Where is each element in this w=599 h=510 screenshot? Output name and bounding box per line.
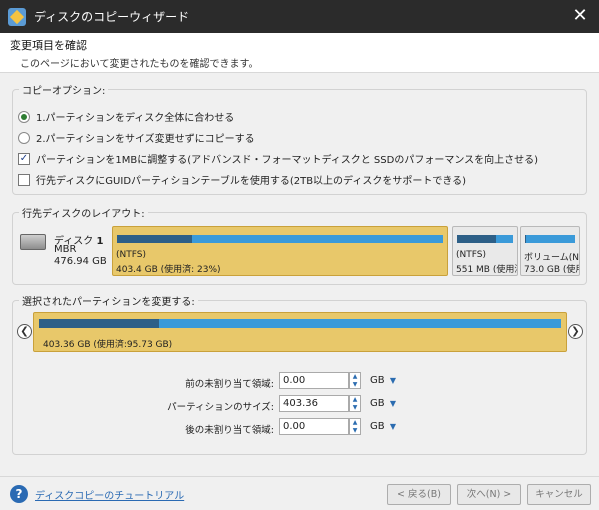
chevron-right-icon[interactable]: ❯	[568, 324, 583, 339]
spin-up-icon[interactable]: ▲	[350, 419, 360, 426]
unallocated-before-unit: GB	[370, 375, 385, 386]
partition-3-usage-bar	[525, 235, 575, 243]
unallocated-after-input[interactable]: 0.00	[279, 418, 349, 435]
partition-resize-label: 403.36 GB (使用済:95.73 GB)	[43, 340, 173, 350]
change-partition-legend: 選択されたパーティションを変更する:	[22, 297, 195, 308]
close-icon[interactable]: ✕	[569, 5, 591, 27]
spin-down-icon[interactable]: ▼	[350, 427, 360, 434]
chevron-left-icon[interactable]: ❮	[17, 324, 32, 339]
disk-info: ディスク 1 MBR 476.94 GB	[16, 222, 111, 272]
back-button[interactable]: < 戻る(B)	[387, 484, 451, 505]
partition-1-fs: (NTFS)	[116, 250, 146, 260]
checkbox-align-1mb-label: パーティションを1MBに調整する(アドバンスド・フォーマットディスクと SSDの…	[36, 155, 539, 166]
partition-3[interactable]: ボリューム(NTFS 73.0 GB (使用	[520, 226, 580, 276]
unit-dropdown-icon[interactable]: ▼	[388, 422, 398, 432]
unit-dropdown-icon[interactable]: ▼	[388, 399, 398, 409]
partition-3-info: 73.0 GB (使用	[524, 265, 580, 275]
unallocated-after-stepper[interactable]: ▲ ▼	[349, 418, 361, 435]
partition-size-label: パーティションのサイズ:	[167, 402, 274, 413]
checkbox-use-gpt[interactable]: 行先ディスクにGUIDパーティションテーブルを使用する(2TB以上のディスクをサ…	[18, 172, 466, 187]
unit-dropdown-icon[interactable]: ▼	[388, 376, 398, 386]
unallocated-before-label: 前の未割り当て領域:	[185, 379, 274, 390]
tutorial-link[interactable]: ディスクコピーのチュートリアル	[35, 487, 184, 502]
radio-button-selected[interactable]	[18, 110, 30, 123]
spin-up-icon[interactable]: ▲	[350, 396, 360, 403]
spin-up-icon[interactable]: ▲	[350, 373, 360, 380]
spin-down-icon[interactable]: ▼	[350, 381, 360, 388]
window-title: ディスクのコピーウィザード	[34, 10, 190, 24]
partition-size-unit: GB	[370, 398, 385, 409]
page-title: 変更項目を確認	[10, 39, 87, 52]
radio-fit-disk[interactable]: 1.パーティションをディスク全体に合わせる	[18, 109, 234, 124]
page-subtitle: このページにおいて変更されたものを確認できます。	[20, 59, 259, 70]
radio-copy-without-resize-label: 2.パーティションをサイズ変更せずにコピーする	[36, 134, 255, 145]
unallocated-after-label: 後の未割り当て領域:	[185, 425, 274, 436]
partition-2-fs: (NTFS)	[456, 250, 486, 260]
unallocated-after-unit: GB	[370, 421, 385, 432]
partition-resize-block[interactable]: 403.36 GB (使用済:95.73 GB)	[33, 312, 567, 352]
disk-layout-legend: 行先ディスクのレイアウト:	[22, 209, 145, 220]
radio-button[interactable]	[18, 131, 30, 144]
title-bar: ディスクのコピーウィザード ✕	[0, 0, 599, 33]
app-icon	[8, 7, 26, 26]
page-header: 変更項目を確認 このページにおいて変更されたものを確認できます。	[0, 33, 599, 73]
hard-disk-icon	[20, 234, 46, 250]
partition-1-info: 403.4 GB (使用済: 23%)	[116, 265, 221, 275]
partition-2-usage-bar	[457, 235, 513, 243]
partition-1-usage-bar	[117, 235, 443, 243]
checkbox-use-gpt-label: 行先ディスクにGUIDパーティションテーブルを使用する(2TB以上のディスクをサ…	[36, 176, 467, 187]
radio-fit-disk-label: 1.パーティションをディスク全体に合わせる	[36, 113, 235, 124]
checkbox[interactable]	[18, 173, 30, 186]
copy-options-legend: コピーオプション:	[22, 86, 106, 97]
checkbox-checked[interactable]: ✓	[18, 152, 30, 165]
unallocated-before-input[interactable]: 0.00	[279, 372, 349, 389]
disk-size: 476.94 GB	[54, 256, 107, 267]
radio-copy-without-resize[interactable]: 2.パーティションをサイズ変更せずにコピーする	[18, 130, 255, 145]
partition-2-info: 551 MB (使用済	[456, 265, 518, 275]
cancel-button[interactable]: キャンセル	[527, 484, 591, 505]
unallocated-before-stepper[interactable]: ▲ ▼	[349, 372, 361, 389]
partition-resize-usage-bar	[39, 319, 561, 328]
help-icon[interactable]: ?	[10, 485, 28, 503]
partition-1[interactable]: (NTFS) 403.4 GB (使用済: 23%)	[112, 226, 448, 276]
partition-size-input[interactable]: 403.36	[279, 395, 349, 412]
next-button[interactable]: 次へ(N) >	[457, 484, 521, 505]
partition-size-stepper[interactable]: ▲ ▼	[349, 395, 361, 412]
disk-type: MBR	[54, 244, 77, 255]
spin-down-icon[interactable]: ▼	[350, 404, 360, 411]
partition-2[interactable]: (NTFS) 551 MB (使用済	[452, 226, 518, 276]
checkbox-align-1mb[interactable]: ✓ パーティションを1MBに調整する(アドバンスド・フォーマットディスクと SS…	[18, 151, 538, 166]
footer: ? ディスクコピーのチュートリアル < 戻る(B) 次へ(N) > キャンセル	[0, 476, 599, 510]
